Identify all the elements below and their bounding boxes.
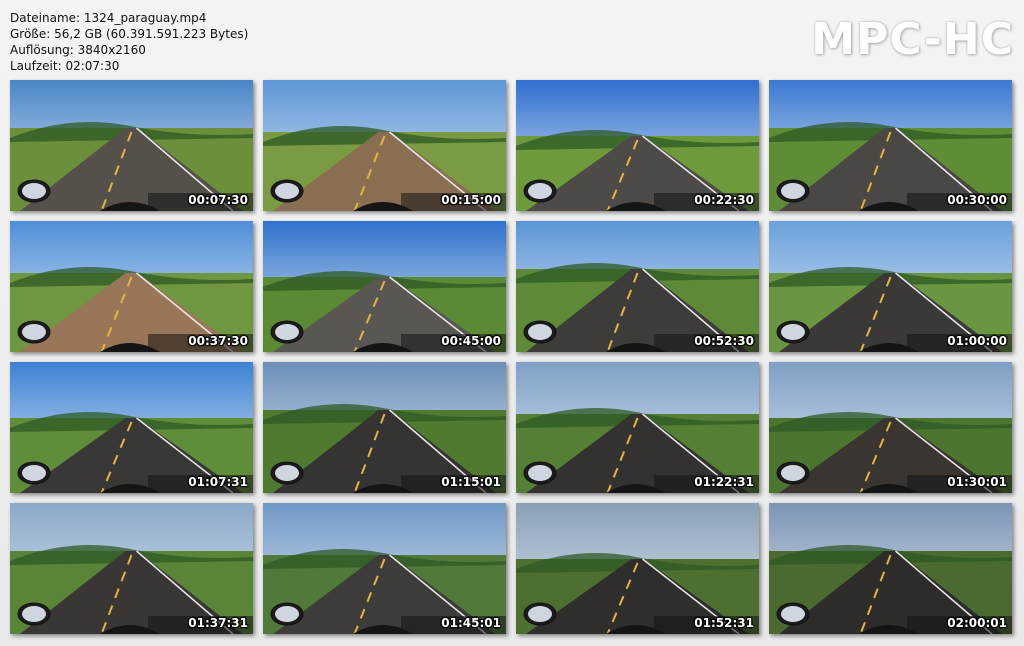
timecode-label: 01:22:31 <box>694 475 754 489</box>
road-scene-image <box>10 80 253 211</box>
timecode-label: 00:52:30 <box>694 334 754 348</box>
road-scene-image <box>516 362 759 493</box>
timecode-label: 00:37:30 <box>188 334 248 348</box>
timecode-label: 01:52:31 <box>694 616 754 630</box>
video-thumbnail: 00:07:30 <box>10 80 253 211</box>
video-thumbnail: 02:00:01 <box>769 503 1012 634</box>
video-thumbnail: 01:45:01 <box>263 503 506 634</box>
thumbnail-grid: 00:07:30 00:15:00 00:22:30 00:30:00 00:37:30… <box>0 0 1024 646</box>
road-scene-image <box>769 362 1012 493</box>
timecode-label: 01:00:00 <box>947 334 1007 348</box>
road-scene-image <box>10 221 253 352</box>
video-thumbnail: 01:07:31 <box>10 362 253 493</box>
timecode-label: 00:22:30 <box>694 193 754 207</box>
road-scene-image <box>263 80 506 211</box>
video-thumbnail: 01:52:31 <box>516 503 759 634</box>
video-thumbnail: 00:37:30 <box>10 221 253 352</box>
video-thumbnail: 00:15:00 <box>263 80 506 211</box>
video-thumbnail: 01:37:31 <box>10 503 253 634</box>
road-scene-image <box>10 362 253 493</box>
timecode-label: 01:15:01 <box>441 475 501 489</box>
timecode-label: 01:30:01 <box>947 475 1007 489</box>
video-thumbnail: 00:45:00 <box>263 221 506 352</box>
timecode-label: 00:45:00 <box>441 334 501 348</box>
road-scene-image <box>263 362 506 493</box>
video-thumbnail: 00:30:00 <box>769 80 1012 211</box>
video-thumbnail: 01:00:00 <box>769 221 1012 352</box>
road-scene-image <box>516 503 759 634</box>
timecode-label: 01:45:01 <box>441 616 501 630</box>
timecode-label: 00:15:00 <box>441 193 501 207</box>
timecode-label: 00:07:30 <box>188 193 248 207</box>
timecode-label: 02:00:01 <box>947 616 1007 630</box>
video-thumbnail: 01:30:01 <box>769 362 1012 493</box>
timecode-label: 00:30:00 <box>947 193 1007 207</box>
road-scene-image <box>769 80 1012 211</box>
timecode-label: 01:07:31 <box>188 475 248 489</box>
road-scene-image <box>769 221 1012 352</box>
video-thumbnail: 00:52:30 <box>516 221 759 352</box>
video-thumbnail: 01:22:31 <box>516 362 759 493</box>
video-thumbnail: 00:22:30 <box>516 80 759 211</box>
road-scene-image <box>263 503 506 634</box>
road-scene-image <box>263 221 506 352</box>
road-scene-image <box>516 80 759 211</box>
timecode-label: 01:37:31 <box>188 616 248 630</box>
road-scene-image <box>769 503 1012 634</box>
road-scene-image <box>516 221 759 352</box>
video-thumbnail: 01:15:01 <box>263 362 506 493</box>
road-scene-image <box>10 503 253 634</box>
